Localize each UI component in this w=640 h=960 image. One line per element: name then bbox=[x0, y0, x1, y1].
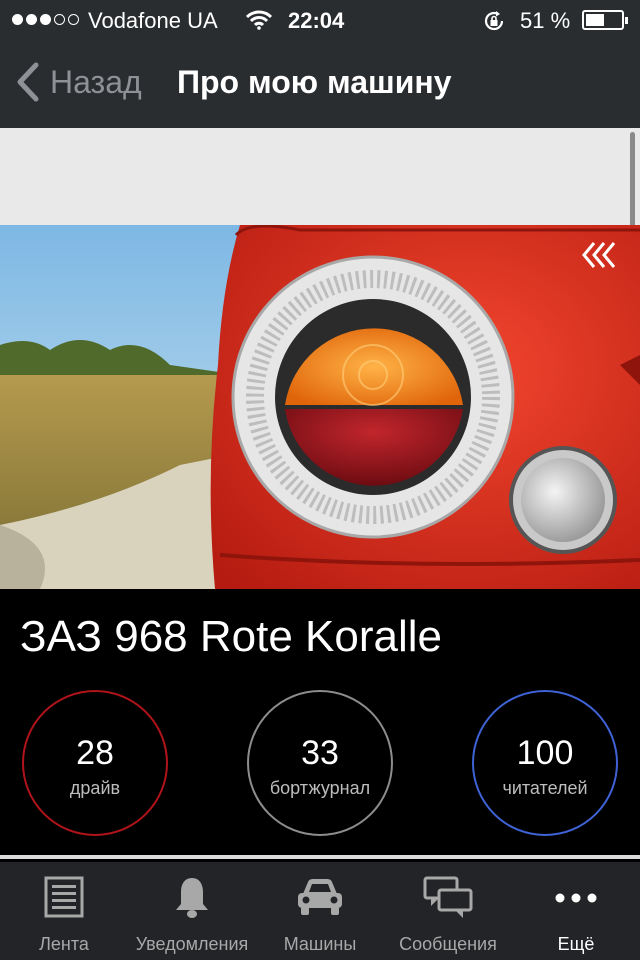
signal-strength-icon bbox=[12, 14, 79, 25]
tab-label: Машины bbox=[283, 934, 357, 954]
top-bar: Vodafone UA 22:04 51 % Назад Про мою маш… bbox=[0, 0, 640, 128]
divider bbox=[0, 855, 640, 859]
car-icon bbox=[256, 876, 384, 922]
stat-value: 33 bbox=[301, 734, 339, 772]
scroll-indicator bbox=[630, 132, 635, 232]
page-title: Про мою машину bbox=[177, 64, 452, 100]
chevron-left-icon bbox=[17, 62, 39, 102]
clock: 22:04 bbox=[288, 8, 345, 33]
stat-logbook[interactable]: 33 бортжурнал bbox=[247, 690, 393, 836]
stat-value: 28 bbox=[76, 734, 114, 772]
chat-icon bbox=[384, 876, 512, 922]
car-photo[interactable] bbox=[0, 225, 640, 589]
feed-icon bbox=[0, 876, 128, 922]
tab-label: Лента bbox=[39, 934, 89, 954]
tab-cars[interactable]: Машины bbox=[256, 862, 384, 960]
navigation-bar: Назад Про мою машину bbox=[0, 50, 640, 120]
carrier-name: Vodafone UA bbox=[88, 8, 218, 33]
stat-readers[interactable]: 100 читателей bbox=[472, 690, 618, 836]
car-name: ЗАЗ 968 Rote Koralle bbox=[20, 612, 442, 661]
stat-drive[interactable]: 28 драйв bbox=[22, 690, 168, 836]
back-button[interactable]: Назад bbox=[14, 62, 142, 102]
tab-more[interactable]: Ещё bbox=[512, 862, 640, 960]
back-label: Назад bbox=[50, 63, 142, 100]
banner-placeholder bbox=[0, 128, 640, 225]
tab-notifications[interactable]: Уведомления bbox=[128, 862, 256, 960]
tab-label: Сообщения bbox=[399, 934, 497, 954]
tab-feed[interactable]: Лента bbox=[0, 862, 128, 960]
stat-value: 100 bbox=[516, 734, 574, 772]
battery-percent: 51 % bbox=[520, 8, 571, 33]
tab-label: Ещё bbox=[557, 934, 595, 954]
tab-label: Уведомления bbox=[135, 934, 249, 954]
stat-label: читателей bbox=[502, 778, 588, 798]
more-dots-icon bbox=[512, 876, 640, 922]
tab-messages[interactable]: Сообщения bbox=[384, 862, 512, 960]
gallery-next-icon[interactable] bbox=[580, 237, 620, 278]
rotation-lock-icon bbox=[482, 9, 506, 39]
bell-icon bbox=[128, 876, 256, 922]
status-bar: Vodafone UA 22:04 51 % bbox=[0, 0, 640, 40]
stat-label: драйв bbox=[69, 778, 121, 798]
battery-icon bbox=[582, 10, 628, 30]
stat-label: бортжурнал bbox=[269, 778, 371, 798]
wifi-icon bbox=[245, 10, 273, 36]
tab-bar: Лента Уведомления Машины Сообщения Ещё bbox=[0, 862, 640, 960]
